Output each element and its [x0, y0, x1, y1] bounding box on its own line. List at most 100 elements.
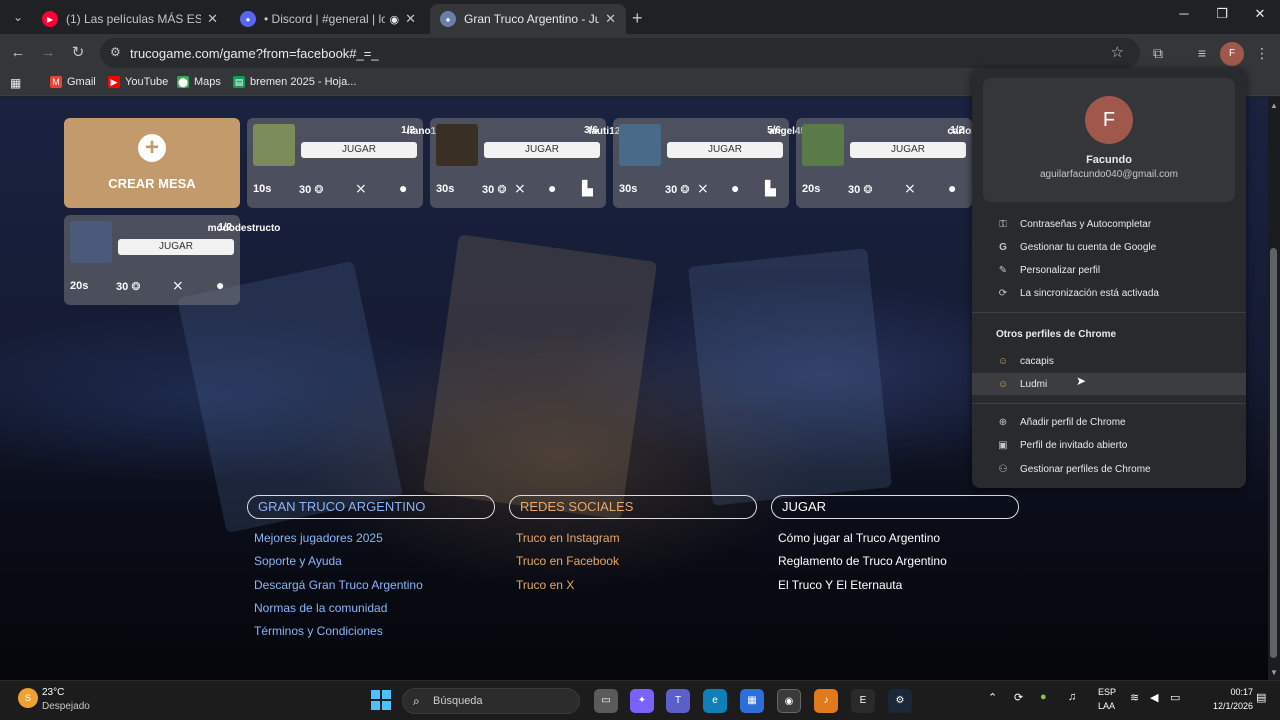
- profile-item-ludmi[interactable]: ☺ Ludmi: [972, 373, 1246, 395]
- wifi-icon[interactable]: ≋: [1130, 691, 1139, 704]
- address-bar[interactable]: ⚙ trucogame.com/game?from=facebook#_=_ ☆: [100, 38, 1140, 68]
- apps-icon[interactable]: ▦: [10, 76, 21, 90]
- close-window-icon[interactable]: ✕: [1250, 6, 1270, 22]
- footer-link[interactable]: Mejores jugadores 2025: [254, 531, 383, 545]
- shoe-icon: ▙: [765, 180, 776, 196]
- bookmark-sheet[interactable]: ▤ bremen 2025 - Hoja...: [233, 76, 356, 88]
- tab-search-icon[interactable]: ⌄: [8, 7, 28, 27]
- footer-heading-play: JUGAR: [771, 495, 1019, 519]
- footer-heading-gta: GRAN TRUCO ARGENTINO: [247, 495, 495, 519]
- footer-link[interactable]: Cómo jugar al Truco Argentino: [778, 531, 940, 545]
- table-card[interactable]: nano147 1/2 JUGAR 10s 30 ❂ ⨯ ●: [247, 118, 447, 208]
- menu-manage-profiles[interactable]: ⚇ Gestionar perfiles de Chrome: [972, 458, 1246, 480]
- create-table-button[interactable]: + CREAR MESA: [64, 118, 240, 208]
- footer-link[interactable]: El Truco Y El Eternauta: [778, 578, 902, 592]
- footer-link[interactable]: Descargá Gran Truco Argentino: [254, 578, 423, 592]
- join-button[interactable]: JUGAR: [667, 142, 783, 158]
- store-icon[interactable]: ▦: [740, 689, 764, 713]
- table-card[interactable]: angel4525 5/6 JUGAR 30s 30 ❂ ⨯ ● ▙: [613, 118, 817, 208]
- table-card[interactable]: lauti1217 3/6 JUGAR 30s 30 ❂ ⨯ ● ▙: [430, 118, 631, 208]
- tab-discord[interactable]: ● • Discord | #general | los co ◉ ✕: [230, 4, 426, 34]
- weather-temp[interactable]: 23°C: [42, 687, 64, 698]
- browser-toolbar: ← → ↻ ⚙ trucogame.com/game?from=facebook…: [0, 34, 1280, 72]
- bookmark-youtube[interactable]: ▶ YouTube: [108, 76, 168, 88]
- battery-icon[interactable]: ▭: [1170, 691, 1180, 704]
- reload-icon[interactable]: ↻: [68, 43, 88, 63]
- epic-games-icon[interactable]: E: [851, 689, 875, 713]
- close-tab-icon[interactable]: ✕: [405, 11, 416, 27]
- tray-overflow-icon[interactable]: ⌃: [988, 691, 997, 704]
- bookmark-label: bremen 2025 - Hoja...: [250, 76, 357, 88]
- footer-link[interactable]: Truco en Facebook: [516, 554, 619, 568]
- profile-item-cacapis[interactable]: ☺ cacapis: [972, 350, 1246, 372]
- fl-studio-icon[interactable]: ♪: [814, 689, 838, 713]
- menu-add-profile[interactable]: ⊕ Añadir perfil de Chrome: [972, 411, 1246, 433]
- teams-icon[interactable]: T: [666, 689, 690, 713]
- join-button[interactable]: JUGAR: [301, 142, 417, 158]
- bookmark-maps[interactable]: ⬤ Maps: [177, 76, 221, 88]
- edge-icon[interactable]: e: [703, 689, 727, 713]
- back-icon[interactable]: ←: [8, 43, 28, 63]
- copilot-icon[interactable]: ✦: [630, 689, 654, 713]
- player-count: 1/2: [950, 125, 964, 136]
- table-card[interactable]: mododestructo 1/2 JUGAR 20s 30 ❂ ⨯ ●: [64, 215, 280, 305]
- tray-sync-icon[interactable]: ⟳: [1014, 691, 1023, 704]
- chat-icon: ●: [948, 180, 957, 196]
- menu-google-account[interactable]: G Gestionar tu cuenta de Google: [972, 236, 1246, 258]
- menu-guest-profile[interactable]: ▣ Perfil de invitado abierto: [972, 434, 1246, 456]
- scroll-down-icon[interactable]: ▼: [1269, 668, 1279, 677]
- layout-indicator[interactable]: LAA: [1098, 701, 1115, 711]
- turn-time: 30s: [436, 183, 455, 195]
- footer-link[interactable]: Reglamento de Truco Argentino: [778, 554, 947, 568]
- table-card[interactable]: carlos16023 1/2 JUGAR 20s 30 ❂ ⨯ ●: [796, 118, 1005, 208]
- close-tab-icon[interactable]: ✕: [605, 11, 616, 27]
- no-flor-icon: ⨯: [514, 180, 526, 196]
- language-indicator[interactable]: ESP: [1098, 687, 1116, 697]
- url-text[interactable]: trucogame.com/game?from=facebook#_=_: [130, 46, 379, 61]
- close-tab-icon[interactable]: ✕: [207, 11, 218, 27]
- join-button[interactable]: JUGAR: [484, 142, 600, 158]
- weather-icon[interactable]: S: [18, 688, 38, 708]
- media-controls-icon[interactable]: ≡: [1192, 43, 1212, 63]
- task-view-icon[interactable]: ▭: [594, 689, 618, 713]
- notifications-icon[interactable]: ▤: [1256, 691, 1266, 704]
- menu-icon[interactable]: ⋮: [1252, 43, 1272, 63]
- taskbar: S 23°C Despejado ⌕ Búsqueda ▭ ✦ T e ▦ ◉ …: [0, 680, 1280, 720]
- microphone-icon[interactable]: ♫: [1068, 691, 1076, 703]
- forward-icon[interactable]: →: [38, 43, 58, 63]
- join-button[interactable]: JUGAR: [118, 239, 234, 255]
- scrollbar-thumb[interactable]: [1270, 248, 1277, 658]
- footer-link[interactable]: Normas de la comunidad: [254, 601, 387, 615]
- clock-date[interactable]: 12/1/2026: [1193, 701, 1253, 711]
- menu-customize-profile[interactable]: ✎ Personalizar perfil: [972, 259, 1246, 281]
- taskbar-search[interactable]: ⌕ Búsqueda: [402, 688, 580, 714]
- menu-passwords[interactable]: ⚿ Contraseñas y Autocompletar: [972, 213, 1246, 235]
- profile-avatar-button[interactable]: F: [1220, 42, 1244, 66]
- steam-icon[interactable]: ⚙: [888, 689, 912, 713]
- tab-youtube[interactable]: ▶ (1) Las películas MÁS ESPERADAS ✕: [32, 4, 228, 34]
- bookmark-gmail[interactable]: M Gmail: [50, 76, 96, 88]
- site-info-icon[interactable]: ⚙: [110, 45, 121, 59]
- points-value: 30: [299, 184, 312, 196]
- footer-link[interactable]: Truco en Instagram: [516, 531, 620, 545]
- join-button[interactable]: JUGAR: [850, 142, 966, 158]
- menu-item-label: Contraseñas y Autocompletar: [1020, 218, 1152, 230]
- menu-sync[interactable]: ⟳ La sincronización está activada: [972, 282, 1246, 304]
- start-button-icon[interactable]: [371, 690, 391, 710]
- extensions-icon[interactable]: ⧉: [1148, 43, 1168, 63]
- weather-desc[interactable]: Despejado: [42, 701, 90, 712]
- new-tab-icon[interactable]: +: [632, 8, 643, 29]
- tab-truco[interactable]: ♠ Gran Truco Argentino - Juego G ✕: [430, 4, 626, 34]
- scroll-up-icon[interactable]: ▲: [1269, 101, 1279, 110]
- youtube-icon: ▶: [108, 76, 120, 88]
- footer-link[interactable]: Soporte y Ayuda: [254, 554, 342, 568]
- footer-link[interactable]: Términos y Condiciones: [254, 624, 383, 638]
- restore-icon[interactable]: ❐: [1212, 6, 1232, 22]
- minimize-icon[interactable]: ─: [1174, 6, 1194, 21]
- tray-app-icon[interactable]: ●: [1040, 691, 1047, 703]
- volume-icon[interactable]: ◀: [1150, 691, 1158, 704]
- chrome-icon[interactable]: ◉: [777, 689, 801, 713]
- footer-link[interactable]: Truco en X: [516, 578, 574, 592]
- bookmark-star-icon[interactable]: ☆: [1111, 43, 1124, 61]
- clock-time[interactable]: 00:17: [1213, 687, 1253, 697]
